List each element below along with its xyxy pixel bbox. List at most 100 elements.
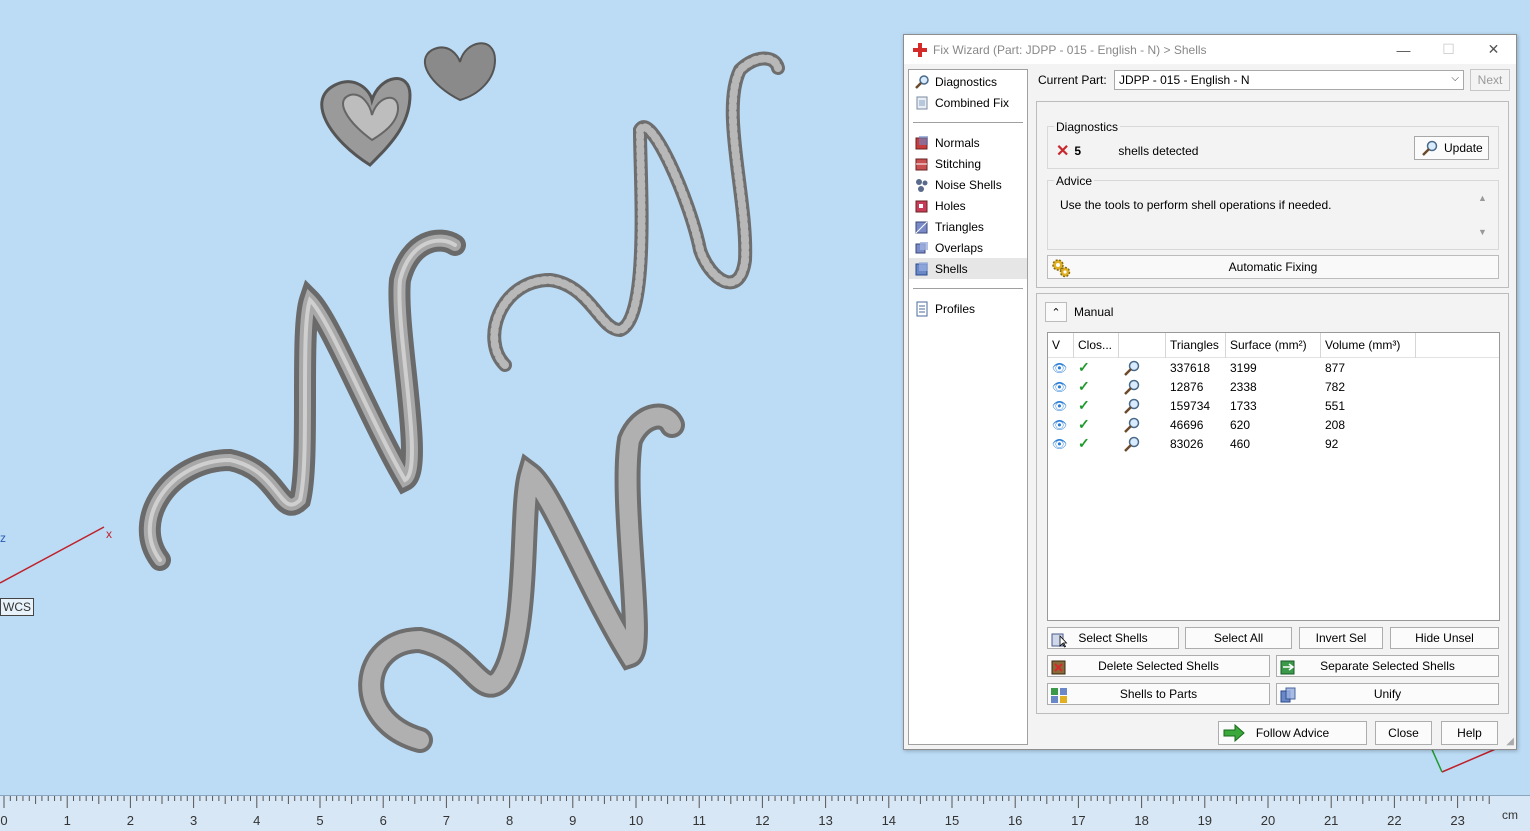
nav-label: Normals (935, 135, 980, 150)
advice-scrollbar[interactable]: ▲ ▼ (1478, 193, 1488, 237)
advice-group: Advice Use the tools to perform shell op… (1047, 174, 1499, 250)
magnifier-icon[interactable] (1123, 436, 1141, 452)
checkmark-icon: ✓ (1078, 416, 1090, 432)
nav-item-stitching[interactable]: Stitching (909, 153, 1027, 174)
separate-selected-label: Separate Selected Shells (1320, 659, 1455, 673)
cell-surface: 460 (1230, 436, 1251, 451)
ruler-tick-label: 14 (881, 813, 897, 828)
holes-icon (915, 200, 928, 212)
help-button[interactable]: Help (1441, 721, 1498, 745)
select-shells-label: Select Shells (1078, 631, 1148, 645)
scroll-up-icon[interactable]: ▲ (1478, 193, 1487, 203)
green-arrow-icon (1223, 724, 1245, 742)
eye-icon[interactable]: 👁 (1052, 380, 1067, 394)
magnifier-icon[interactable] (1123, 398, 1141, 414)
ruler-tick-label: 16 (1007, 813, 1023, 828)
diagnostics-message: shells detected (1118, 144, 1199, 158)
ruler-tick-label: 7 (442, 813, 451, 828)
profiles-icon (916, 301, 928, 316)
automatic-fixing-button[interactable]: Automatic Fixing (1047, 255, 1499, 279)
table-row[interactable]: 👁 ✓ 83026 460 92 (1048, 434, 1499, 453)
nav-item-normals[interactable]: Normals (909, 132, 1027, 153)
delete-shells-icon (1051, 660, 1066, 675)
magnifier-icon[interactable] (1123, 417, 1141, 433)
maximize-button[interactable]: ☐ (1426, 35, 1471, 64)
shells-to-parts-button[interactable]: Shells to Parts (1047, 683, 1270, 705)
separate-selected-shells-button[interactable]: Separate Selected Shells (1276, 655, 1499, 677)
eye-icon[interactable]: 👁 (1052, 361, 1067, 375)
nav-label: Noise Shells (935, 177, 1002, 192)
nav-item-profiles[interactable]: Profiles (909, 298, 1027, 319)
nav-item-triangles[interactable]: Triangles (909, 216, 1027, 237)
column-header-visible[interactable]: V (1048, 332, 1074, 358)
nav-label: Profiles (935, 301, 976, 316)
column-header-volume[interactable]: Volume (mm³) (1321, 332, 1416, 358)
unify-icon (1280, 687, 1296, 703)
ruler-tick-label: 8 (505, 813, 514, 828)
ruler-tick-label: 23 (1450, 813, 1465, 828)
ruler-tick-label: 17 (1071, 813, 1086, 828)
collapse-button[interactable]: ⌃ (1045, 302, 1067, 322)
nav-item-holes[interactable]: Holes (909, 195, 1027, 216)
cell-surface: 2338 (1230, 379, 1257, 394)
ruler-tick-label: 9 (569, 813, 577, 828)
eye-icon[interactable]: 👁 (1052, 437, 1067, 451)
shells-table[interactable]: V Clos... Triangles Surface (mm²) Volume… (1047, 332, 1500, 621)
shells-count: 5 (1074, 144, 1082, 158)
gears-icon (1052, 259, 1071, 278)
ruler-tick-label: 19 (1197, 813, 1213, 828)
magnifier-icon[interactable] (1123, 379, 1141, 395)
shells-to-parts-icon (1051, 688, 1067, 703)
current-part-dropdown[interactable]: JDPP - 015 - English - N ⌵ (1114, 70, 1464, 90)
ruler-tick-label: 0 (0, 813, 8, 828)
table-row[interactable]: 👁 ✓ 159734 1733 551 (1048, 396, 1499, 415)
nav-item-shells[interactable]: Shells (909, 258, 1027, 279)
hide-unsel-button[interactable]: Hide Unsel (1390, 627, 1499, 649)
ruler-tick-label: 11 (692, 813, 706, 828)
scroll-down-icon[interactable]: ▼ (1478, 227, 1487, 237)
update-button[interactable]: Update (1414, 136, 1489, 160)
error-x-icon: ✕ (1056, 143, 1070, 160)
close-button[interactable]: Close (1375, 721, 1432, 745)
delete-selected-shells-button[interactable]: Delete Selected Shells (1047, 655, 1270, 677)
table-row[interactable]: 👁 ✓ 46696 620 208 (1048, 415, 1499, 434)
advice-text: Use the tools to perform shell operation… (1060, 198, 1332, 212)
nav-label: Combined Fix (935, 95, 1010, 110)
table-row[interactable]: 👁 ✓ 337618 3199 877 (1048, 358, 1499, 377)
select-all-button[interactable]: Select All (1185, 627, 1292, 649)
column-header-inspect[interactable] (1119, 332, 1166, 358)
cell-volume: 208 (1325, 417, 1346, 432)
magnifier-icon[interactable] (1123, 360, 1141, 376)
delete-selected-label: Delete Selected Shells (1098, 659, 1219, 673)
nav-item-overlaps[interactable]: Overlaps (909, 237, 1027, 258)
unify-button[interactable]: Unify (1276, 683, 1499, 705)
select-shells-button[interactable]: Select Shells (1047, 627, 1179, 649)
follow-advice-label: Follow Advice (1255, 726, 1330, 740)
column-header-triangles[interactable]: Triangles (1166, 332, 1226, 358)
next-button[interactable]: Next (1470, 69, 1510, 91)
shells-icon (915, 261, 928, 275)
manual-panel: ⌃ Manual V Clos... Triangles Surface (mm… (1036, 293, 1509, 714)
cell-surface: 3199 (1230, 360, 1257, 375)
follow-advice-button[interactable]: Follow Advice (1218, 721, 1367, 745)
nav-item-diagnostics[interactable]: Diagnostics (909, 71, 1027, 92)
diagnostics-panel: Diagnostics ✕ 5 shells detected Update A… (1036, 101, 1509, 288)
column-header-surface[interactable]: Surface (mm²) (1226, 332, 1321, 358)
current-part-label: Current Part: (1038, 73, 1107, 87)
resize-grip-icon[interactable]: ◢ (1506, 736, 1514, 747)
current-part-value: JDPP - 015 - English - N (1119, 73, 1250, 87)
close-window-button[interactable]: ✕ (1471, 35, 1516, 64)
stitching-icon (915, 158, 928, 170)
table-row[interactable]: 👁 ✓ 12876 2338 782 (1048, 377, 1499, 396)
shells-to-parts-label: Shells to Parts (1119, 687, 1198, 701)
cell-triangles: 83026 (1170, 436, 1204, 451)
nav-item-noise-shells[interactable]: Noise Shells (909, 174, 1027, 195)
eye-icon[interactable]: 👁 (1052, 418, 1067, 432)
invert-sel-button[interactable]: Invert Sel (1299, 627, 1383, 649)
eye-icon[interactable]: 👁 (1052, 399, 1067, 413)
dialog-title: Fix Wizard (Part: JDPP - 015 - English -… (933, 42, 1207, 57)
dialog-titlebar[interactable]: Fix Wizard (Part: JDPP - 015 - English -… (904, 35, 1516, 64)
nav-item-combined-fix[interactable]: Combined Fix (909, 92, 1027, 113)
column-header-closed[interactable]: Clos... (1074, 332, 1119, 358)
minimize-button[interactable]: — (1381, 35, 1426, 64)
